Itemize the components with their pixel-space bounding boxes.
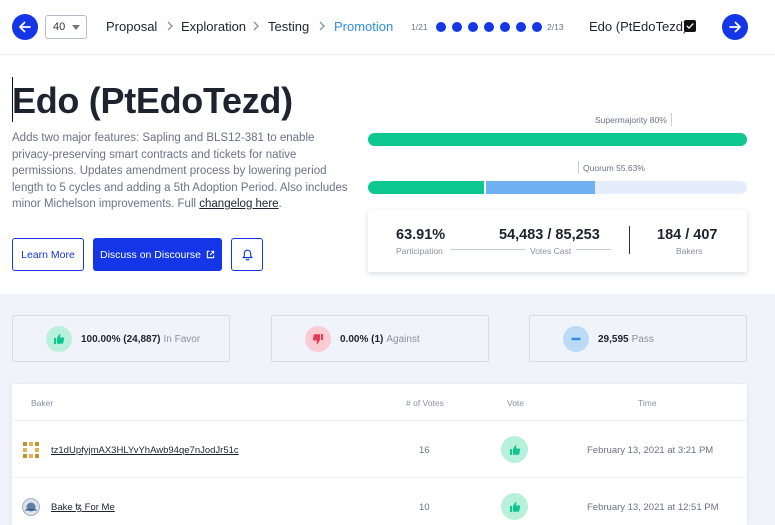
learn-more-button[interactable]: Learn More [12, 238, 84, 271]
supermajority-fill [368, 133, 747, 146]
pass-card: 29,595 Pass [529, 315, 747, 362]
against-card: 0.00% (1) Against [271, 315, 489, 362]
participation-value: 63.91% [396, 227, 446, 243]
discuss-label: Discuss on Discourse [100, 248, 201, 261]
pass-label: Pass [631, 334, 654, 345]
votes-table: Baker # of Votes Vote Time tz1dUpfyjmAX3… [12, 384, 747, 525]
pass-value: 29,595 [598, 334, 629, 345]
check-icon [686, 23, 694, 30]
period-select-value: 40 [53, 21, 66, 33]
quorum-fill [368, 181, 484, 194]
chevron-right-icon [319, 21, 325, 31]
votes-cast-value: 54,483 / 85,253 [499, 227, 600, 243]
supermajority-bar [368, 133, 747, 146]
quorum-marker [483, 181, 486, 194]
external-link-icon [206, 250, 215, 259]
participation-fill [483, 181, 596, 194]
changelog-link[interactable]: changelog here [199, 198, 278, 210]
vote-time: February 13, 2021 at 12:51 PM [587, 502, 719, 513]
proposal-checkbox[interactable] [684, 20, 696, 32]
pagination-dot[interactable] [468, 22, 478, 32]
supermajority-tick [671, 113, 672, 126]
next-period-button[interactable] [722, 14, 748, 40]
column-header-vote[interactable]: Vote [507, 398, 524, 408]
pagination-end: 2/13 [547, 22, 564, 32]
against-value: 0.00% (1) [340, 334, 384, 345]
thumbs-up-icon [501, 436, 528, 463]
chevron-down-icon [72, 25, 80, 30]
bell-icon [241, 249, 253, 260]
column-header-baker[interactable]: Baker [31, 398, 53, 408]
baker-link[interactable]: tz1dUpfyjmAX3HLYvYhAwb94qe7nJodJr51c [51, 445, 239, 456]
step-exploration[interactable]: Exploration [181, 19, 246, 34]
proposal-name: Edo (PtEdoTezd) [589, 19, 688, 34]
description-text: Adds two major features: Sapling and BLS… [12, 132, 348, 210]
thumbs-down-icon [305, 326, 331, 352]
pagination-dot[interactable] [516, 22, 526, 32]
participation-stats: 63.91% Participation 54,483 / 85,253 Vot… [368, 210, 747, 272]
pagination-dot[interactable] [436, 22, 446, 32]
table-row: Bake ꜩ For Me 10 February 13, 2021 at 12… [12, 477, 747, 525]
top-bar: 40 Proposal Exploration Testing Promotio… [0, 0, 775, 54]
table-row: tz1dUpfyjmAX3HLYvYhAwb94qe7nJodJr51c 16 … [12, 420, 747, 477]
chevron-right-icon [253, 21, 259, 31]
pagination-dot[interactable] [500, 22, 510, 32]
learn-more-label: Learn More [21, 248, 75, 261]
quorum-tick [578, 161, 579, 174]
baker-avatar-icon [23, 442, 39, 458]
baker-link[interactable]: Bake ꜩ For Me [51, 502, 115, 513]
step-proposal[interactable]: Proposal [106, 19, 157, 34]
in-favor-summary: 100.00% (24,887) In Favor [81, 334, 200, 345]
bakers-label: Bakers [676, 246, 703, 256]
quorum-label: Quorum 55.63% [583, 163, 645, 173]
supermajority-label: Supermajority 80% [595, 115, 667, 125]
pagination-dot[interactable] [452, 22, 462, 32]
step-promotion[interactable]: Promotion [334, 19, 393, 34]
period-select[interactable]: 40 [45, 15, 87, 39]
votes-cast-label: Votes Cast [530, 246, 572, 256]
previous-period-button[interactable] [12, 14, 38, 40]
votes-count: 16 [419, 445, 430, 456]
page-title: Edo (PtEdoTezd) [12, 80, 293, 121]
pagination-dot[interactable] [484, 22, 494, 32]
thumbs-up-icon [501, 493, 528, 520]
baker-avatar-icon [22, 498, 40, 516]
step-testing[interactable]: Testing [268, 19, 309, 34]
arrow-right-icon [729, 21, 741, 33]
divider [450, 249, 526, 250]
pagination-start: 1/21 [411, 22, 428, 32]
in-favor-value: 100.00% (24,887) [81, 334, 161, 345]
divider [629, 226, 630, 254]
participation-label: Participation [396, 246, 443, 256]
minus-icon [563, 326, 589, 352]
bakers-value: 184 / 407 [657, 227, 718, 243]
in-favor-label: In Favor [163, 334, 201, 345]
pagination-dot[interactable] [532, 22, 542, 32]
votes-count: 10 [419, 502, 430, 513]
against-label: Against [386, 334, 420, 345]
discuss-button[interactable]: Discuss on Discourse [93, 238, 222, 271]
description-end: . [278, 198, 282, 210]
chevron-right-icon [167, 21, 173, 31]
subscribe-button[interactable] [231, 238, 263, 271]
against-summary: 0.00% (1) Against [340, 334, 420, 345]
pass-summary: 29,595 Pass [598, 334, 654, 345]
arrow-left-icon [19, 21, 31, 33]
proposal-description: Adds two major features: Sapling and BLS… [12, 130, 350, 213]
column-header-time[interactable]: Time [638, 398, 657, 408]
divider [576, 249, 611, 250]
quorum-bar [368, 181, 747, 194]
column-header-votes[interactable]: # of Votes [406, 398, 444, 408]
vote-time: February 13, 2021 at 3:21 PM [587, 445, 714, 456]
in-favor-card: 100.00% (24,887) In Favor [12, 315, 230, 362]
thumbs-up-icon [46, 326, 72, 352]
